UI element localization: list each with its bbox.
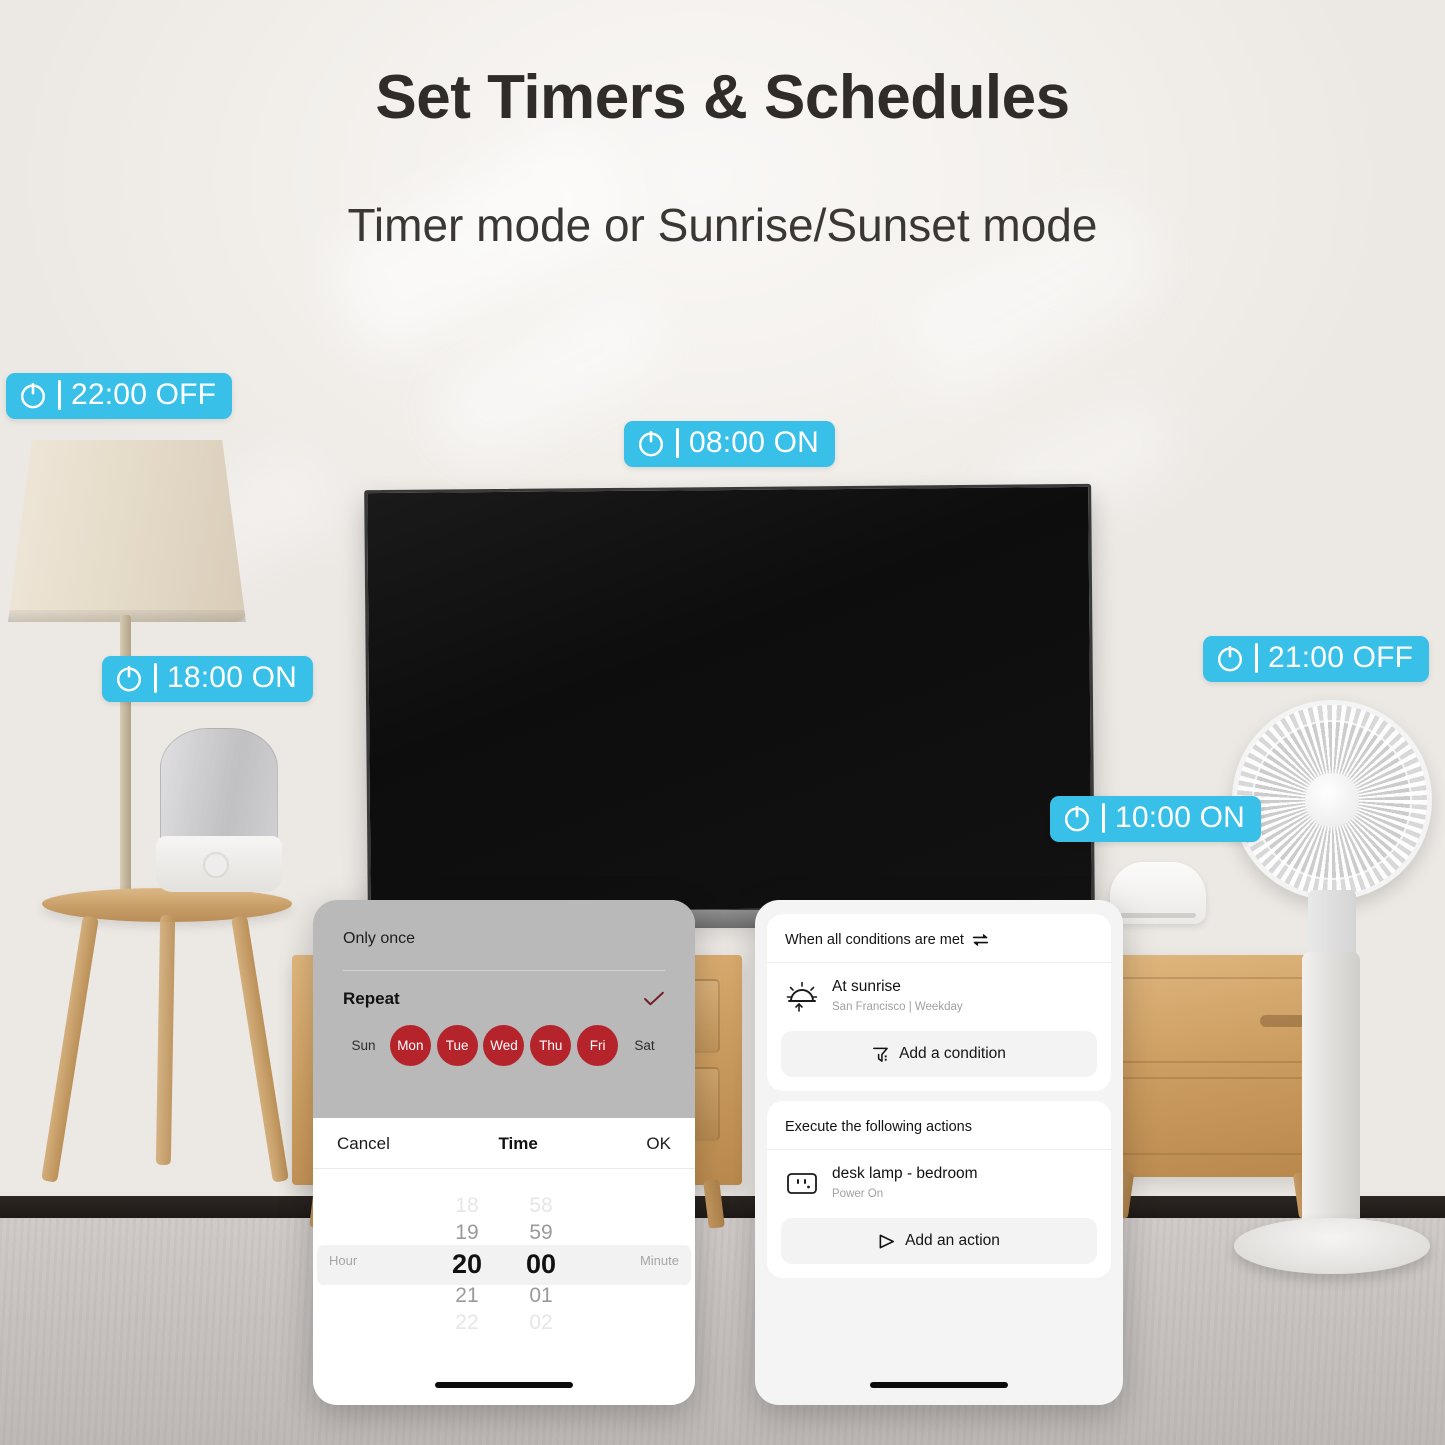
outlet-icon — [787, 1173, 817, 1194]
page-subtitle: Timer mode or Sunrise/Sunset mode — [347, 199, 1098, 251]
ok-button[interactable]: OK — [646, 1134, 671, 1154]
badge-label: 10:00 ON — [1115, 801, 1246, 834]
add-action-button[interactable]: Add an action — [781, 1218, 1097, 1264]
day-chip-fri[interactable]: Fri — [577, 1025, 619, 1066]
actions-title: Execute the following actions — [785, 1119, 972, 1135]
swap-icon[interactable] — [972, 933, 989, 947]
room-floor — [0, 1218, 1445, 1445]
timer-badge-1800-on: 18:00 ON — [102, 656, 314, 702]
home-indicator — [435, 1382, 573, 1388]
pedestal-fan-hub — [1305, 773, 1359, 827]
badge-divider — [1102, 803, 1105, 833]
badge-divider — [1255, 643, 1258, 673]
power-icon — [1065, 805, 1089, 832]
badge-divider — [154, 663, 157, 693]
timer-badge-2100-off: 21:00 OFF — [1203, 636, 1430, 682]
power-icon — [117, 665, 141, 692]
humidifier-power-button — [203, 852, 229, 878]
condition-name: At sunrise — [832, 978, 901, 995]
day-chip-sun[interactable]: Sun — [343, 1025, 384, 1066]
time-picker-wheels[interactable]: Hour Minute 18 19 20 21 22 58 59 00 01 0… — [313, 1169, 695, 1359]
product-feature-image: Set Timers & Schedules Timer mode or Sun… — [0, 0, 1445, 1445]
hour-option[interactable]: 22 — [455, 1309, 478, 1336]
conditions-card: When all conditions are met At sunrise S… — [767, 914, 1111, 1091]
badge-label: 08:00 ON — [689, 426, 820, 459]
day-chip-sat[interactable]: Sat — [624, 1025, 665, 1066]
timer-badge-0800-on: 08:00 ON — [624, 421, 836, 467]
conditions-title: When all conditions are met — [785, 932, 964, 948]
timer-settings-panel: Only once Repeat Sun Mon Tue Wed Thu Fri… — [313, 900, 695, 1405]
check-icon — [644, 991, 664, 1006]
power-icon — [639, 430, 663, 457]
minute-wheel[interactable]: 58 59 00 01 02 — [526, 1192, 556, 1336]
floor-lamp-shade — [8, 440, 246, 622]
minute-option[interactable]: 59 — [529, 1219, 552, 1246]
timer-badge-1000-on: 10:00 ON — [1050, 796, 1262, 842]
repeat-option[interactable]: Repeat — [343, 971, 665, 1021]
add-condition-label: Add a condition — [899, 1045, 1006, 1062]
home-indicator — [870, 1382, 1008, 1388]
condition-item-at-sunrise[interactable]: At sunrise San Francisco | Weekday — [767, 963, 1111, 1027]
repeat-sheet: Only once Repeat Sun Mon Tue Wed Thu Fri… — [313, 900, 695, 1118]
pedestal-fan-base — [1234, 1218, 1430, 1274]
hour-wheel[interactable]: 18 19 20 21 22 — [452, 1192, 482, 1336]
actions-card: Execute the following actions desk lamp … — [767, 1101, 1111, 1278]
day-chip-mon[interactable]: Mon — [389, 1025, 431, 1066]
cancel-button[interactable]: Cancel — [337, 1134, 390, 1154]
only-once-option[interactable]: Only once — [343, 900, 665, 971]
side-cabinet — [1098, 955, 1328, 1177]
add-condition-button[interactable]: Add a condition — [781, 1031, 1097, 1077]
condition-detail: San Francisco | Weekday — [832, 1001, 963, 1013]
power-icon — [1218, 645, 1242, 672]
pedestal-fan-pole — [1302, 952, 1360, 1248]
sunrise-icon — [786, 981, 818, 1012]
badge-label: 18:00 ON — [167, 661, 298, 694]
hour-option[interactable]: 21 — [455, 1282, 478, 1309]
badge-label: 22:00 OFF — [71, 378, 217, 411]
action-name: desk lamp - bedroom — [832, 1165, 978, 1182]
time-picker-title: Time — [498, 1134, 538, 1153]
only-once-label: Only once — [343, 930, 416, 947]
minute-option[interactable]: 01 — [529, 1282, 552, 1309]
day-chip-tue[interactable]: Tue — [436, 1025, 478, 1066]
aroma-diffuser — [1110, 862, 1206, 924]
actions-title-row: Execute the following actions — [767, 1101, 1111, 1150]
badge-divider — [676, 428, 679, 458]
cabinet-panel — [1116, 1077, 1310, 1155]
hour-option[interactable]: 19 — [455, 1219, 478, 1246]
condition-item-text: At sunrise San Francisco | Weekday — [832, 977, 963, 1015]
conditions-title-row: When all conditions are met — [767, 914, 1111, 963]
automation-settings-panel: When all conditions are met At sunrise S… — [755, 900, 1123, 1405]
power-icon — [21, 382, 45, 409]
action-item-desk-lamp[interactable]: desk lamp - bedroom Power On — [767, 1150, 1111, 1214]
action-item-text: desk lamp - bedroom Power On — [832, 1164, 978, 1202]
play-cursor-icon — [879, 1234, 895, 1248]
cabinet-handle — [1260, 1015, 1306, 1027]
add-action-label: Add an action — [905, 1232, 1000, 1249]
timer-badge-2200-off: 22:00 OFF — [6, 373, 233, 419]
hour-option-selected[interactable]: 20 — [452, 1246, 482, 1282]
minute-option[interactable]: 58 — [529, 1192, 552, 1219]
filter-icon — [873, 1047, 888, 1062]
day-chip-wed[interactable]: Wed — [483, 1025, 525, 1066]
television — [364, 483, 1095, 916]
repeat-days-row: Sun Mon Tue Wed Thu Fri Sat — [343, 1021, 665, 1066]
badge-divider — [58, 380, 61, 410]
day-chip-thu[interactable]: Thu — [530, 1025, 572, 1066]
action-detail: Power On — [832, 1188, 884, 1200]
minute-option[interactable]: 02 — [529, 1309, 552, 1336]
hour-option[interactable]: 18 — [455, 1192, 478, 1219]
page-title: Set Timers & Schedules — [375, 63, 1070, 132]
badge-label: 21:00 OFF — [1268, 641, 1414, 674]
repeat-label: Repeat — [343, 989, 400, 1008]
minute-option-selected[interactable]: 00 — [526, 1246, 556, 1282]
time-picker-header: Cancel Time OK — [313, 1118, 695, 1169]
